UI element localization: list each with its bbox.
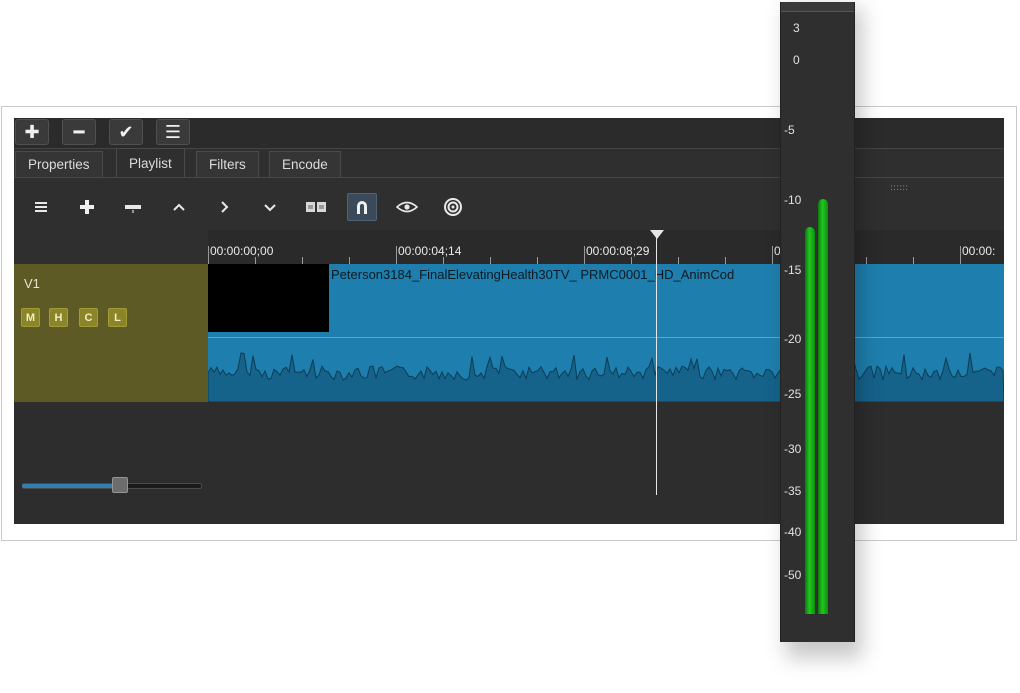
meter-bar-right <box>818 199 828 614</box>
lift-button[interactable] <box>164 193 194 221</box>
meter-scale-label: -25 <box>784 387 802 401</box>
composite-button[interactable]: C <box>79 308 98 327</box>
remove-button[interactable]: ━ <box>62 119 96 145</box>
meter-header <box>781 2 854 12</box>
overwrite-button[interactable] <box>209 193 239 221</box>
zoom-slider-fill <box>22 484 120 488</box>
remove-icon <box>125 205 141 213</box>
meter-scale-label: 3 <box>793 21 800 35</box>
timeline-clip[interactable]: Peterson3184_FinalElevatingHealth30TV_ P… <box>208 264 1004 402</box>
append-button[interactable] <box>72 193 102 221</box>
track-name: V1 <box>24 276 40 291</box>
ruler-label: 00:00:04;14 <box>398 244 462 258</box>
ruler-tick <box>913 257 914 264</box>
snap-magnet-icon <box>357 201 367 214</box>
meter-scale-label: -20 <box>784 332 802 346</box>
menu-icon <box>35 202 47 212</box>
add-button[interactable]: ✚ <box>15 119 49 145</box>
meter-scale-label: -5 <box>784 123 795 137</box>
ruler-tick <box>490 257 491 264</box>
ruler-tick <box>866 257 867 264</box>
ruler-tick <box>255 257 256 264</box>
ruler-tick <box>631 257 632 264</box>
meter-bar-left <box>805 227 815 614</box>
meter-scale-label: -40 <box>784 525 802 539</box>
clip-thumbnail <box>208 264 329 332</box>
meter-scale-label: -35 <box>784 484 802 498</box>
tab-properties[interactable]: Properties <box>15 151 103 177</box>
ruler-tick <box>678 257 679 264</box>
apply-button[interactable]: ✔ <box>109 119 143 145</box>
ripple-all-icon <box>444 198 462 216</box>
timeline-ruler[interactable]: 00:00:00;00 00:00:04;14 00:00:08;29 0 00… <box>208 230 1004 265</box>
dock-grip-icon[interactable]: :::::: <box>890 183 908 193</box>
tab-encode[interactable]: Encode <box>269 151 341 177</box>
ruler-tick <box>537 257 538 264</box>
tab-playlist[interactable]: Playlist <box>116 148 185 178</box>
track-header-v1[interactable]: V1 M H C L <box>14 264 208 402</box>
ruler-tick <box>302 257 303 264</box>
ruler-tick <box>772 246 773 264</box>
ruler-tick <box>349 257 350 264</box>
meter-scale-label: -30 <box>784 442 802 456</box>
track-header-spacer <box>14 230 208 264</box>
append-icon <box>80 200 94 214</box>
zoom-slider-handle[interactable] <box>112 477 128 493</box>
hide-button[interactable]: H <box>49 308 68 327</box>
minus-icon: ━ <box>73 121 85 143</box>
meter-scale-label: -50 <box>784 568 802 582</box>
meter-scale-label: -10 <box>784 193 802 207</box>
ruler-label: 00:00:00;00 <box>210 244 274 258</box>
audio-waveform <box>208 352 1004 402</box>
tab-filters[interactable]: Filters <box>196 151 259 177</box>
timeline-menu-button[interactable] <box>26 193 56 221</box>
clip-name: Peterson3184_FinalElevatingHealth30TV_ P… <box>331 267 735 282</box>
ruler-tick <box>725 257 726 264</box>
ruler-tick <box>208 246 209 264</box>
meter-scale-label: -15 <box>784 263 802 277</box>
ruler-tick <box>396 246 397 264</box>
remove-button[interactable] <box>118 193 148 221</box>
meter-scale-label: 0 <box>793 53 800 67</box>
menu-icon: ☰ <box>164 121 182 143</box>
clip-divider <box>208 337 1004 338</box>
scrub-toggle-button[interactable] <box>392 193 422 221</box>
scrub-eye-icon <box>396 201 418 213</box>
playhead[interactable] <box>656 230 657 495</box>
menu-button[interactable]: ☰ <box>156 119 190 145</box>
snap-toggle-button[interactable] <box>347 193 377 221</box>
ruler-tick <box>960 246 961 264</box>
overwrite-icon <box>221 201 229 213</box>
ruler-tick <box>584 246 585 264</box>
ripple-all-button[interactable] <box>438 193 468 221</box>
ruler-label: 00:00: <box>962 244 996 258</box>
lock-button[interactable]: L <box>108 308 127 327</box>
ruler-label: 00:00:08;29 <box>586 244 650 258</box>
ruler-tick <box>443 257 444 264</box>
ripple-icon <box>264 204 276 212</box>
check-icon: ✔ <box>118 121 134 143</box>
split-button[interactable] <box>301 193 331 221</box>
plus-icon: ✚ <box>24 121 40 143</box>
ripple-delete-button[interactable] <box>255 193 285 221</box>
mute-button[interactable]: M <box>21 308 40 327</box>
playhead-handle[interactable] <box>650 230 664 239</box>
split-icon <box>306 200 326 214</box>
audio-meter: 3 0 -5 -10 -15 -20 -25 -30 -35 -40 -50 <box>780 2 855 642</box>
lift-icon <box>173 203 185 211</box>
